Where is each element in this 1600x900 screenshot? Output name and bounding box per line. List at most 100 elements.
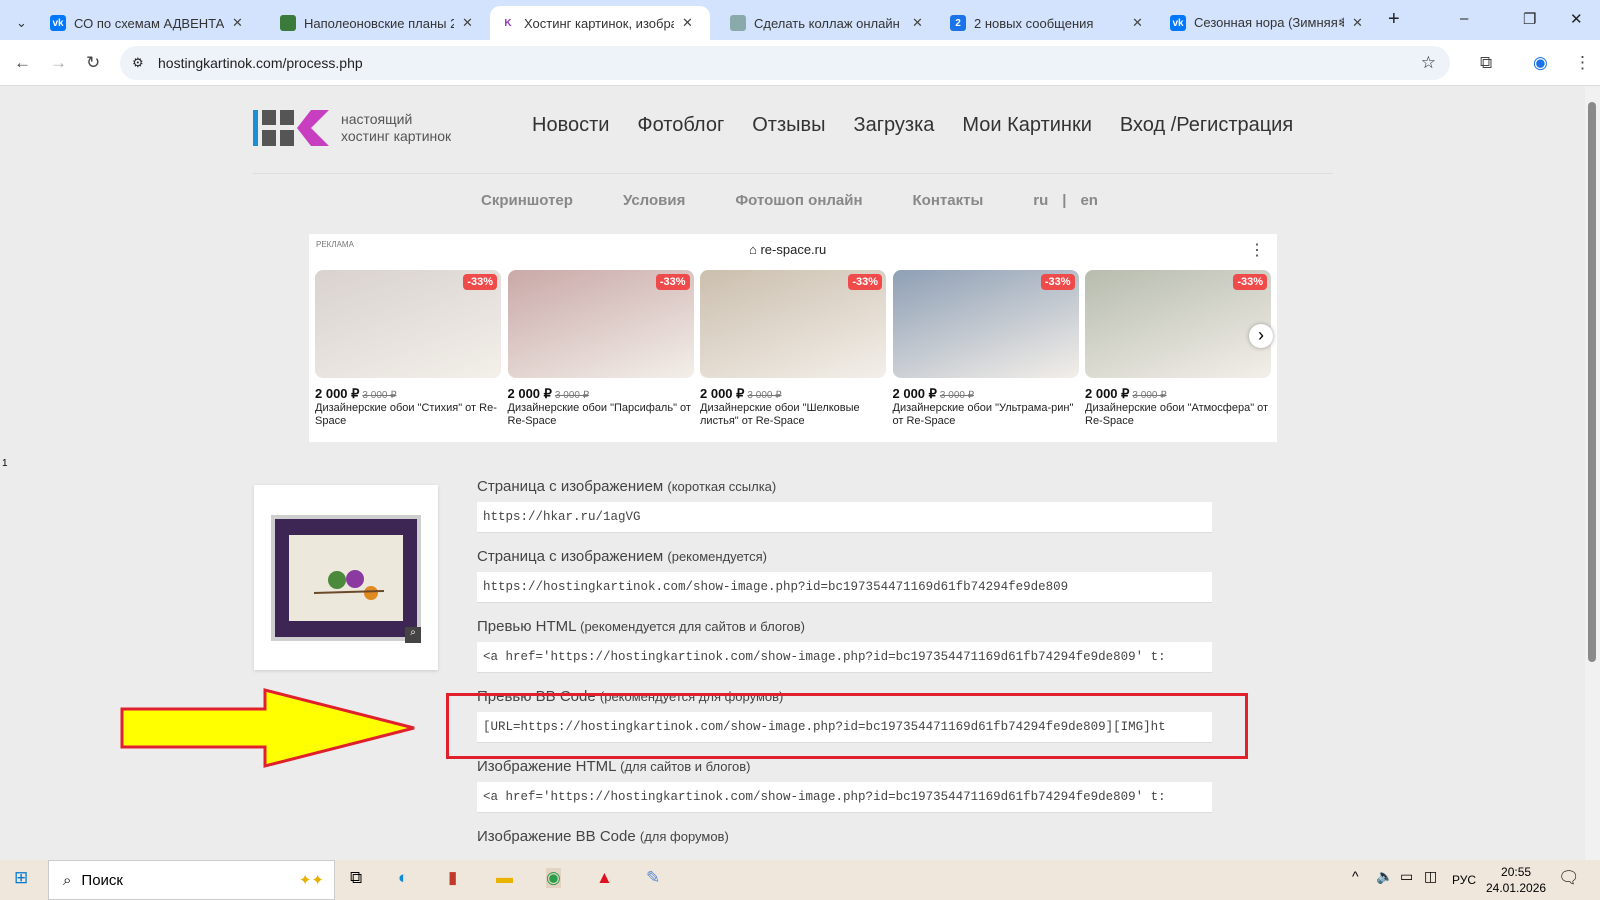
old-price: 3 000 ₽: [362, 390, 397, 401]
windows-start-icon[interactable]: ⊞: [14, 868, 28, 888]
tab[interactable]: Наполеоновские планы 202 ✕: [270, 6, 490, 40]
time: 20:55: [1501, 865, 1532, 879]
tab-close-icon[interactable]: ✕: [462, 15, 473, 31]
new-tab-button[interactable]: +: [1388, 8, 1400, 31]
close-window-button[interactable]: ✕: [1570, 10, 1583, 28]
file-explorer-icon[interactable]: ▬: [496, 868, 513, 888]
code-input[interactable]: <a href='https://hostingkartinok.com/sho…: [477, 782, 1212, 813]
nav-item[interactable]: Фотоблог: [637, 114, 724, 137]
sub-nav: Скриншотер Условия Фотошоп онлайн Контакты r…: [481, 192, 1098, 209]
field-hint: (короткая ссылка): [667, 479, 777, 494]
field-label: Страница с изображением: [477, 478, 664, 495]
ad-card[interactable]: -33% 2 000 ₽3 000 ₽ Дизайнерские обои "Атм…: [1085, 270, 1271, 428]
ad-card[interactable]: -33% 2 000 ₽3 000 ₽ Дизайнерские обои "Шел…: [700, 270, 886, 428]
forward-button[interactable]: →: [50, 53, 67, 73]
magnify-icon[interactable]: ⌕: [405, 627, 421, 643]
subnav-item[interactable]: Условия: [623, 192, 685, 209]
old-price: 3 000 ₽: [747, 390, 782, 401]
nav-item[interactable]: Вход /Регистрация: [1120, 114, 1293, 137]
framed-picture: [271, 515, 421, 641]
tab-close-icon[interactable]: ✕: [1132, 15, 1143, 31]
minimize-button[interactable]: –: [1460, 10, 1468, 27]
ad-card[interactable]: -33% 2 000 ₽3 000 ₽ Дизайнерские обои "Уль…: [892, 270, 1079, 428]
volume-icon[interactable]: 🔈: [1376, 868, 1393, 885]
bookmark-star-icon[interactable]: ☆: [1421, 53, 1436, 73]
clock[interactable]: 20:55 24.01.2026: [1486, 864, 1546, 896]
reload-button[interactable]: ↻: [86, 53, 100, 73]
discount-badge: -33%: [1040, 274, 1075, 290]
discount-badge: -33%: [655, 274, 690, 290]
tray-chevron-icon[interactable]: ^: [1352, 868, 1359, 884]
site-info-icon[interactable]: ⚙: [132, 55, 144, 71]
ad-next-button[interactable]: ›: [1249, 324, 1273, 348]
lang-en[interactable]: en: [1080, 192, 1098, 209]
chrome-icon[interactable]: ◉: [546, 868, 561, 888]
ad-card[interactable]: -33% 2 000 ₽3 000 ₽ Дизайнерские обои "Пар…: [507, 270, 694, 428]
code-input[interactable]: https://hkar.ru/1agVG: [477, 502, 1212, 533]
camera-icon[interactable]: ◫: [1424, 868, 1437, 885]
site-logo[interactable]: настоящий хостинг картинок: [253, 110, 451, 146]
profile-icon[interactable]: ◉: [1533, 53, 1548, 73]
ad-card[interactable]: -33% 2 000 ₽3 000 ₽ Дизайнерские обои "Сти…: [315, 270, 501, 428]
nav-item[interactable]: Мои Картинки: [962, 114, 1092, 137]
ad-domain-text: re-space.ru: [760, 242, 827, 257]
subnav-item[interactable]: Фотошоп онлайн: [735, 192, 862, 209]
nav-item[interactable]: Новости: [532, 114, 609, 137]
menu-icon[interactable]: ⋮: [1574, 53, 1591, 73]
search-placeholder: Поиск: [81, 871, 123, 889]
ad-menu-icon[interactable]: ⋮: [1249, 240, 1265, 260]
tab[interactable]: vk СО по схемам АДВЕНТА 202 ✕: [40, 6, 260, 40]
tab[interactable]: vk Сезонная нора (Зимняя❄) ✕: [1160, 6, 1380, 40]
tab-close-icon[interactable]: ✕: [912, 15, 923, 31]
paint-icon[interactable]: ✎: [646, 868, 660, 888]
search-icon: ⌕: [63, 871, 72, 889]
nav-item[interactable]: Отзывы: [752, 114, 825, 137]
task-view-icon[interactable]: ⧉: [350, 868, 362, 888]
subnav-item[interactable]: Скриншотер: [481, 192, 573, 209]
url-input[interactable]: ⚙ hostingkartinok.com/process.php ☆: [120, 46, 1450, 80]
house-icon: ⌂: [749, 242, 761, 257]
yellow-arrow-icon: [120, 688, 415, 768]
date: 24.01.2026: [1486, 881, 1547, 895]
subnav-item[interactable]: Контакты: [913, 192, 984, 209]
tab[interactable]: K Хостинг картинок, изображ ✕: [490, 6, 710, 40]
sparkle-icon: ✦✦: [298, 872, 324, 889]
taskbar-search[interactable]: ⌕ Поиск ✦✦: [48, 860, 335, 900]
image-preview[interactable]: ⌕: [254, 485, 438, 670]
code-input[interactable]: <a href='https://hostingkartinok.com/sho…: [477, 642, 1212, 673]
restore-button[interactable]: ❐: [1523, 10, 1536, 28]
language-indicator[interactable]: РУС: [1452, 873, 1476, 887]
scrollbar-thumb[interactable]: [1588, 102, 1596, 662]
app-icon[interactable]: ▮: [448, 868, 457, 888]
nav-item[interactable]: Загрузка: [854, 114, 935, 137]
tab-search-button[interactable]: ⌄: [6, 6, 34, 40]
tab-close-icon[interactable]: ✕: [232, 15, 243, 31]
lang-ru[interactable]: ru: [1033, 192, 1048, 209]
tab-close-icon[interactable]: ✕: [682, 15, 693, 31]
edge-icon[interactable]: ◐: [398, 868, 408, 888]
field-hint: (рекомендуется): [667, 549, 768, 564]
collage-icon: [730, 15, 746, 31]
ad-domain[interactable]: ⌂ re-space.ru: [749, 242, 826, 257]
field-label: Страница с изображением: [477, 548, 664, 565]
tab[interactable]: 2 2 новых сообщения ✕: [940, 6, 1160, 40]
extensions-icon[interactable]: ⧉: [1480, 53, 1492, 73]
embed-code-field: Страница с изображением (рекомендуется) h…: [477, 548, 1212, 603]
acrobat-icon[interactable]: ▲: [596, 868, 613, 888]
old-price: 3 000 ₽: [939, 390, 975, 401]
tab[interactable]: Сделать коллаж онлайн бес ✕: [720, 6, 940, 40]
ad-description: Дизайнерские обои "Стихия" от Re-Space: [315, 402, 497, 427]
code-input[interactable]: https://hostingkartinok.com/show-image.p…: [477, 572, 1212, 603]
embed-code-field: Страница с изображением (короткая ссылка…: [477, 478, 1212, 533]
ad-block: РЕКЛАМА ⌂ re-space.ru ⋮ -33% 2 000 ₽3 000…: [309, 234, 1277, 442]
back-button[interactable]: ←: [14, 53, 31, 73]
address-bar-row: ← → ↻ ⚙ hostingkartinok.com/process.php …: [0, 40, 1600, 86]
battery-icon[interactable]: ▭: [1400, 868, 1413, 885]
tab-close-icon[interactable]: ✕: [1352, 15, 1363, 31]
notifications-icon[interactable]: 🗨: [1558, 868, 1580, 888]
ad-description: Дизайнерские обои "Шелковые листья" от R…: [700, 402, 860, 427]
vk-icon: vk: [1170, 15, 1186, 31]
tab-title: Хостинг картинок, изображ: [524, 15, 674, 31]
tab-title: Сезонная нора (Зимняя❄): [1194, 15, 1344, 30]
scrollbar[interactable]: [1585, 86, 1600, 860]
